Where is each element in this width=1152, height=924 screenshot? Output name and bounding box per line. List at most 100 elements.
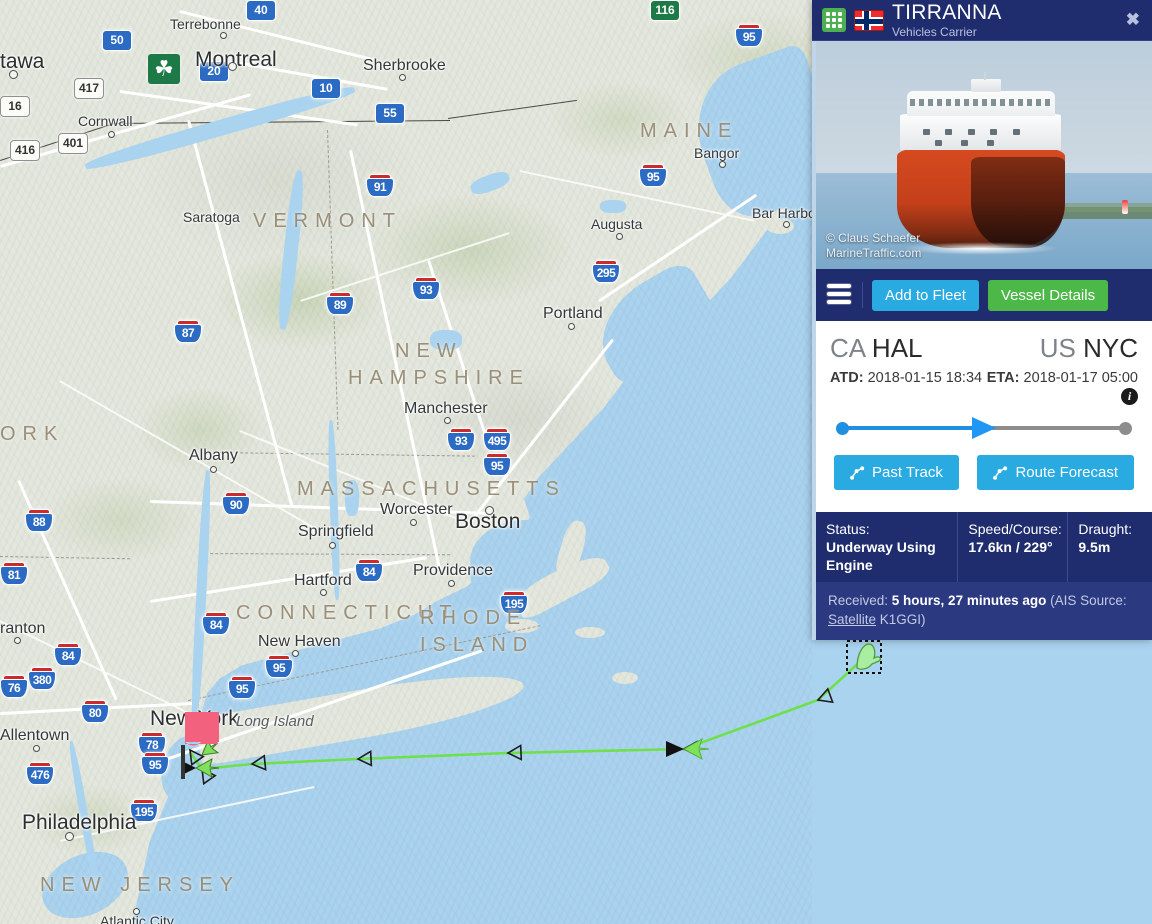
state-label: MAINE — [640, 120, 739, 142]
origin-country: CA — [830, 333, 865, 363]
progress-bar-remaining — [984, 426, 1124, 430]
selected-vessel-marker[interactable] — [846, 640, 882, 674]
vessel-name: TIRRANNA — [892, 2, 1002, 23]
interstate-shield: 91 — [366, 172, 394, 197]
interstate-shield: 84 — [355, 557, 383, 582]
interstate-shield: 95 — [639, 162, 667, 187]
city-label: Springfield — [298, 523, 374, 540]
interstate-shield: 295 — [592, 258, 620, 283]
progress-end-handle[interactable] — [1119, 422, 1132, 435]
state-label: ISLAND — [420, 634, 535, 656]
city-label: Hartford — [294, 572, 352, 589]
route-marker: 116 — [650, 0, 680, 21]
city-dot — [65, 832, 74, 841]
eta-value: 2018-01-17 05:00 — [1023, 370, 1139, 386]
panel-actions: Add to Fleet Vessel Details — [812, 269, 1152, 321]
city-dot — [399, 74, 406, 81]
photo-buoy — [1122, 200, 1129, 215]
track-buttons: Past Track Route Forecast — [830, 447, 1138, 504]
vessel-photo[interactable]: © Claus Schaefer MarineTraffic.com — [812, 41, 1152, 269]
state-label: MASSACHUSETTS — [297, 478, 566, 500]
interstate-shield: 88 — [25, 507, 53, 532]
photo-watermark: © Claus Schaefer MarineTraffic.com — [826, 231, 921, 261]
city-label: New York — [150, 707, 239, 730]
city-dot — [329, 542, 336, 549]
marinetraffic-app: 95 95 295 93 87 91 89 93 495 95 90 84 195 84 88 81 84 380… — [0, 0, 1152, 924]
lake-maine-2 — [600, 200, 626, 213]
stat-speed-course: Speed/Course: 17.6kn / 229° — [958, 512, 1069, 582]
close-icon[interactable]: ✖ — [1122, 10, 1144, 30]
city-dot — [616, 233, 623, 240]
city-dot — [133, 908, 140, 915]
times-row: ATD: 2018-01-15 18:34 ETA: 2018-01-17 05… — [830, 370, 1138, 386]
interstate-shield: 84 — [202, 610, 230, 635]
interstate-shield: 93 — [447, 426, 475, 451]
ais-source-link[interactable]: Satellite — [828, 612, 876, 627]
ship-bridge-windows — [910, 98, 1052, 106]
city-label: Worcester — [380, 501, 453, 518]
city-dot — [292, 650, 299, 657]
city-dot — [320, 589, 327, 596]
interstate-shield: 95 — [141, 750, 169, 775]
vessel-info-panel[interactable]: TIRRANNA Vehicles Carrier ✖ © Claus Scha… — [812, 0, 1152, 640]
atd-block: ATD: 2018-01-15 18:34 — [830, 370, 982, 386]
city-dot — [220, 32, 227, 39]
voyage-progress-slider[interactable] — [834, 411, 1134, 445]
ship-superstructure — [900, 113, 1062, 151]
city-dot — [14, 637, 21, 644]
stat-status: Status: Underway Using Engine — [816, 512, 959, 582]
city-dot — [108, 131, 115, 138]
vessel-details-button[interactable]: Vessel Details — [987, 279, 1109, 311]
stat-draught: Draught: 9.5m — [1068, 512, 1152, 582]
track-icon — [850, 465, 865, 480]
route-section: CA HAL US NYC ATD: 2018-01-15 18:34 ETA:… — [812, 321, 1152, 512]
received-source-prefix: (AIS Source: — [1046, 593, 1127, 608]
city-label: Saratoga — [183, 209, 240, 225]
origin-port: CA HAL — [830, 333, 923, 364]
state-label: NEW JERSEY — [40, 874, 241, 896]
route-marker: 401 — [58, 133, 88, 154]
city-label: Bar Harbor — [752, 205, 821, 221]
eta-block: ETA: 2018-01-17 05:00 — [987, 370, 1138, 386]
ais-source-id: K1GGI) — [876, 612, 926, 627]
city-dot — [783, 221, 790, 228]
interstate-shield: 93 — [412, 275, 440, 300]
interstate-shield: 87 — [174, 318, 202, 343]
city-label: Cornwall — [78, 113, 133, 129]
city-dot — [448, 580, 455, 587]
city-label: tawa — [0, 50, 45, 73]
hamburger-icon[interactable] — [826, 282, 863, 308]
ship-mast — [970, 71, 1001, 93]
city-dot — [33, 745, 40, 752]
speed-course-value: 17.6kn / 229° — [968, 539, 1053, 555]
route-forecast-button[interactable]: Route Forecast — [977, 455, 1134, 490]
state-label: NEW — [395, 340, 463, 362]
city-label: Sherbrooke — [363, 57, 446, 74]
interstate-shield: 95 — [265, 653, 293, 678]
route-marker: 55 — [375, 103, 405, 124]
grid-icon[interactable] — [822, 8, 846, 32]
route-forecast-label: Route Forecast — [1015, 464, 1118, 481]
past-track-button[interactable]: Past Track — [834, 455, 959, 490]
city-dot — [228, 62, 237, 71]
eta-label: ETA: — [986, 370, 1020, 386]
progress-start-handle[interactable] — [836, 422, 849, 435]
city-label: Manchester — [404, 400, 488, 417]
city-dot — [9, 70, 18, 79]
status-label: Status: — [826, 521, 870, 537]
interstate-shield: 95 — [483, 451, 511, 476]
interstate-shield: 81 — [0, 560, 28, 585]
interstate-shield: 89 — [326, 290, 354, 315]
interstate-shield: 90 — [222, 490, 250, 515]
state-label: ORK — [0, 423, 65, 445]
sea-label: Long Island — [236, 713, 314, 730]
add-to-fleet-button[interactable]: Add to Fleet — [872, 279, 979, 311]
status-value: Underway Using Engine — [826, 539, 936, 573]
city-dot — [485, 506, 494, 515]
state-label: HAMPSHIRE — [348, 367, 530, 389]
city-label: Bangor — [694, 145, 740, 161]
destination-country: US — [1039, 333, 1076, 363]
route-marker: 50 — [102, 30, 132, 51]
info-icon[interactable]: i — [1121, 388, 1138, 405]
received-time-ago: 5 hours, 27 minutes ago — [891, 593, 1047, 608]
